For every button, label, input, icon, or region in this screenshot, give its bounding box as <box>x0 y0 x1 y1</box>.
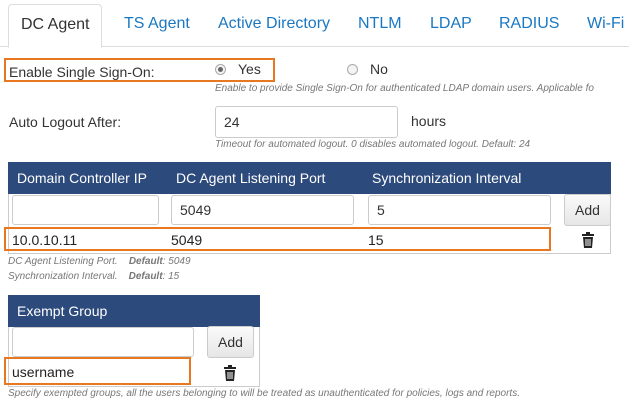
sso-no-label[interactable]: No <box>370 61 388 77</box>
dc-interval-note-key: Default <box>128 271 163 282</box>
tab-ts-agent[interactable]: TS Agent <box>124 0 190 47</box>
tab-bar: DC Agent TS Agent Active Directory NTLM … <box>0 0 629 48</box>
exempt-hint: Specify exempted groups, all the users b… <box>8 388 520 399</box>
sso-no-radio[interactable] <box>347 64 358 75</box>
dc-interval-note-value: : 15 <box>162 271 180 282</box>
exempt-group-input[interactable] <box>12 327 194 357</box>
auto-logout-unit: hours <box>411 113 447 129</box>
dc-add-button[interactable]: Add <box>564 194 611 226</box>
dc-interval-note-text: Synchronization Interval. <box>8 271 118 282</box>
exempt-add-button[interactable]: Add <box>207 326 254 358</box>
tab-radius[interactable]: RADIUS <box>499 0 559 47</box>
tab-wifi[interactable]: Wi-Fi <box>587 0 624 47</box>
dc-row-interval: 15 <box>368 232 384 248</box>
col-listening-port: DC Agent Listening Port <box>176 170 326 186</box>
trash-icon[interactable] <box>581 232 595 248</box>
tab-dc-agent[interactable]: DC Agent <box>8 4 103 48</box>
dc-row-port: 5049 <box>171 232 203 248</box>
dc-port-note-key: Default <box>128 256 163 267</box>
tab-active-directory[interactable]: Active Directory <box>218 0 330 47</box>
col-sync-interval: Synchronization Interval <box>372 170 522 186</box>
auto-logout-label: Auto Logout After: <box>9 114 122 130</box>
exempt-row-name: username <box>12 364 75 380</box>
trash-icon[interactable] <box>223 365 237 381</box>
sso-yes-radio[interactable] <box>215 64 226 75</box>
dc-row-highlight <box>4 227 551 251</box>
exempt-table-header: Exempt Group <box>8 295 260 327</box>
dc-interval-note: Synchronization Interval. Default: 15 <box>8 271 179 282</box>
dc-port-note: DC Agent Listening Port. Default: 5049 <box>8 256 191 267</box>
auto-logout-input[interactable]: 24 <box>215 106 398 138</box>
dc-ip-input[interactable] <box>12 195 159 225</box>
dc-row-ip: 10.0.10.11 <box>12 232 78 248</box>
dc-port-note-text: DC Agent Listening Port. <box>8 256 118 267</box>
auto-logout-hint: Timeout for automated logout. 0 disables… <box>215 139 531 150</box>
dc-port-note-value: : 5049 <box>162 256 191 267</box>
dc-port-input[interactable]: 5049 <box>171 195 354 225</box>
sso-hint: Enable to provide Single Sign-On for aut… <box>215 83 594 94</box>
dc-interval-input[interactable]: 5 <box>368 195 551 225</box>
sso-label: Enable Single Sign-On: <box>9 64 155 80</box>
dc-table-header: Domain Controller IP DC Agent Listening … <box>8 162 611 194</box>
tab-ldap[interactable]: LDAP <box>430 0 472 47</box>
exempt-group-title: Exempt Group <box>17 303 108 319</box>
sso-yes-label[interactable]: Yes <box>238 61 261 77</box>
col-domain-controller-ip: Domain Controller IP <box>17 170 147 186</box>
tab-ntlm[interactable]: NTLM <box>358 0 402 47</box>
